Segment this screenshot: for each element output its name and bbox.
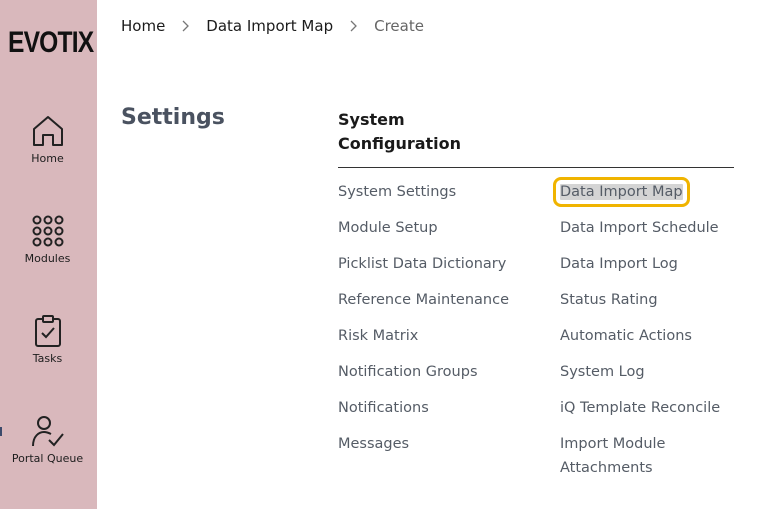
grid-icon [32, 215, 63, 247]
link-system-log[interactable]: System Log [560, 360, 740, 396]
evotix-logo[interactable]: EVOTIX [8, 26, 94, 60]
page-title: Settings [121, 105, 225, 130]
breadcrumb-create: Create [374, 17, 424, 35]
breadcrumb-home[interactable]: Home [121, 17, 165, 35]
link-system-settings[interactable]: System Settings [338, 180, 509, 216]
link-data-import-map[interactable]: Data Import Map [553, 177, 740, 216]
link-picklist-data-dictionary[interactable]: Picklist Data Dictionary [338, 252, 509, 288]
breadcrumb-data-import-map[interactable]: Data Import Map [206, 17, 333, 35]
link-risk-matrix[interactable]: Risk Matrix [338, 324, 509, 360]
home-icon [32, 116, 63, 146]
user-check-icon [31, 416, 64, 447]
clipboard-check-icon [34, 315, 61, 347]
link-iq-template-reconcile[interactable]: iQ Template Reconcile [560, 396, 740, 432]
sidebar-item-label: Home [31, 152, 64, 165]
link-messages[interactable]: Messages [338, 432, 509, 468]
breadcrumb: Home Data Import Map Create [121, 17, 424, 35]
section-divider [338, 167, 734, 168]
sidebar-item-label: Tasks [32, 352, 63, 365]
sidebar-item-portal-queue[interactable]: Portal Queue [0, 414, 95, 465]
settings-links-right: Data Import Map Data Import Schedule Dat… [553, 177, 740, 480]
link-reference-maintenance[interactable]: Reference Maintenance [338, 288, 509, 324]
link-notification-groups[interactable]: Notification Groups [338, 360, 509, 396]
chevron-right-icon [350, 20, 358, 32]
chevron-right-icon [182, 20, 190, 32]
sidebar-item-modules[interactable]: Modules [0, 214, 95, 265]
section-title: System Configuration [338, 110, 462, 153]
sidebar-item-tasks[interactable]: Tasks [0, 314, 95, 365]
link-status-rating[interactable]: Status Rating [560, 288, 740, 324]
sidebar-item-home[interactable]: Home [0, 114, 95, 165]
link-automatic-actions[interactable]: Automatic Actions [560, 324, 740, 360]
sidebar-item-label: Modules [24, 252, 71, 265]
sidebar-item-label: Portal Queue [11, 452, 84, 465]
sidebar: EVOTIX Home Modules Tasks Portal Queue [0, 0, 97, 509]
collapse-handle[interactable] [0, 427, 2, 436]
link-data-import-log[interactable]: Data Import Log [560, 252, 740, 288]
link-notifications[interactable]: Notifications [338, 396, 509, 432]
link-data-import-schedule[interactable]: Data Import Schedule [560, 216, 740, 252]
settings-links-left: System Settings Module Setup Picklist Da… [338, 180, 509, 468]
link-module-setup[interactable]: Module Setup [338, 216, 509, 252]
link-data-import-map-label: Data Import Map [553, 177, 690, 207]
link-import-module-attachments[interactable]: Import Module Attachments [560, 432, 740, 480]
